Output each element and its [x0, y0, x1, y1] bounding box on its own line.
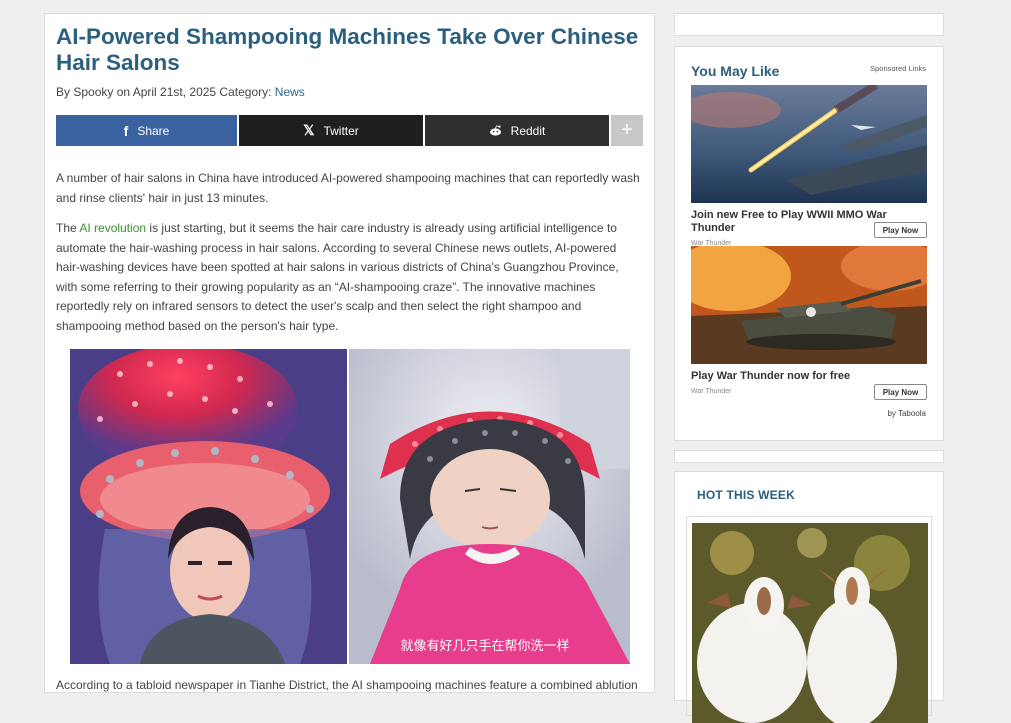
ad-2-caption[interactable]: Play War Thunder now for free [691, 370, 927, 383]
sponsored-ad-2[interactable]: Play War Thunder now for free War Thunde… [691, 246, 927, 400]
reddit-icon [489, 125, 501, 136]
sidebar-middle-bar [674, 450, 944, 463]
ad-2-play-now-button[interactable]: Play Now [874, 384, 927, 400]
facebook-share-label: Share [137, 123, 170, 138]
sponsored-ad-1[interactable]: Join new Free to Play WWII MMO War Thund… [691, 85, 927, 247]
ai-revolution-link[interactable]: AI revolution [79, 221, 146, 235]
hot-this-week-widget: HOT THIS WEEK [674, 471, 944, 723]
hot-item-image [692, 523, 928, 723]
share-bar: f Share 𝕏 Twitter Reddit + [56, 115, 643, 146]
twitter-share-button[interactable]: 𝕏 Twitter [239, 115, 423, 146]
you-may-like-widget: You May Like Sponsored Links Join new Fr… [674, 46, 944, 441]
p2-text-before: The [56, 221, 80, 235]
sponsored-links-label[interactable]: Sponsored Links [870, 64, 926, 73]
facebook-icon: f [123, 122, 129, 139]
article-paragraph-1: A number of hair salons in China have in… [56, 171, 640, 205]
ad-1-image [691, 85, 927, 203]
category-link[interactable]: News [275, 85, 305, 99]
article-paragraph-3: According to a tabloid newspaper in Tian… [56, 678, 638, 692]
byline-text: By Spooky on April 21st, 2025 Category: [56, 85, 275, 99]
article-panel: AI-Powered Shampooing Machines Take Over… [44, 13, 655, 693]
sidebar-top-bar [674, 13, 944, 36]
ad-1-play-now-button[interactable]: Play Now [874, 222, 927, 238]
article-photo: 就像有好几只手在帮你洗一样 [70, 349, 630, 664]
x-icon: 𝕏 [303, 122, 315, 138]
article-paragraph-2: The AI revolution is just starting, but … [56, 219, 643, 336]
photo-caption: 就像有好几只手在帮你洗一样 [400, 639, 569, 654]
reddit-share-button[interactable]: Reddit [425, 115, 609, 146]
p2-text-after: is just starting, but it seems the hair … [56, 221, 619, 333]
facebook-share-button[interactable]: f Share [56, 115, 237, 146]
ad-2-image [691, 246, 927, 364]
by-taboola-link[interactable]: by Taboola [887, 409, 926, 418]
more-share-button[interactable]: + [611, 115, 643, 146]
hot-this-week-title: HOT THIS WEEK [697, 488, 795, 502]
twitter-share-label: Twitter [323, 123, 359, 138]
article-byline: By Spooky on April 21st, 2025 Category: … [56, 84, 643, 100]
plus-icon: + [621, 119, 633, 141]
article-title: AI-Powered Shampooing Machines Take Over… [56, 24, 639, 75]
reddit-share-label: Reddit [510, 123, 546, 138]
you-may-like-title: You May Like [691, 63, 780, 79]
hot-this-week-item[interactable] [686, 516, 932, 723]
